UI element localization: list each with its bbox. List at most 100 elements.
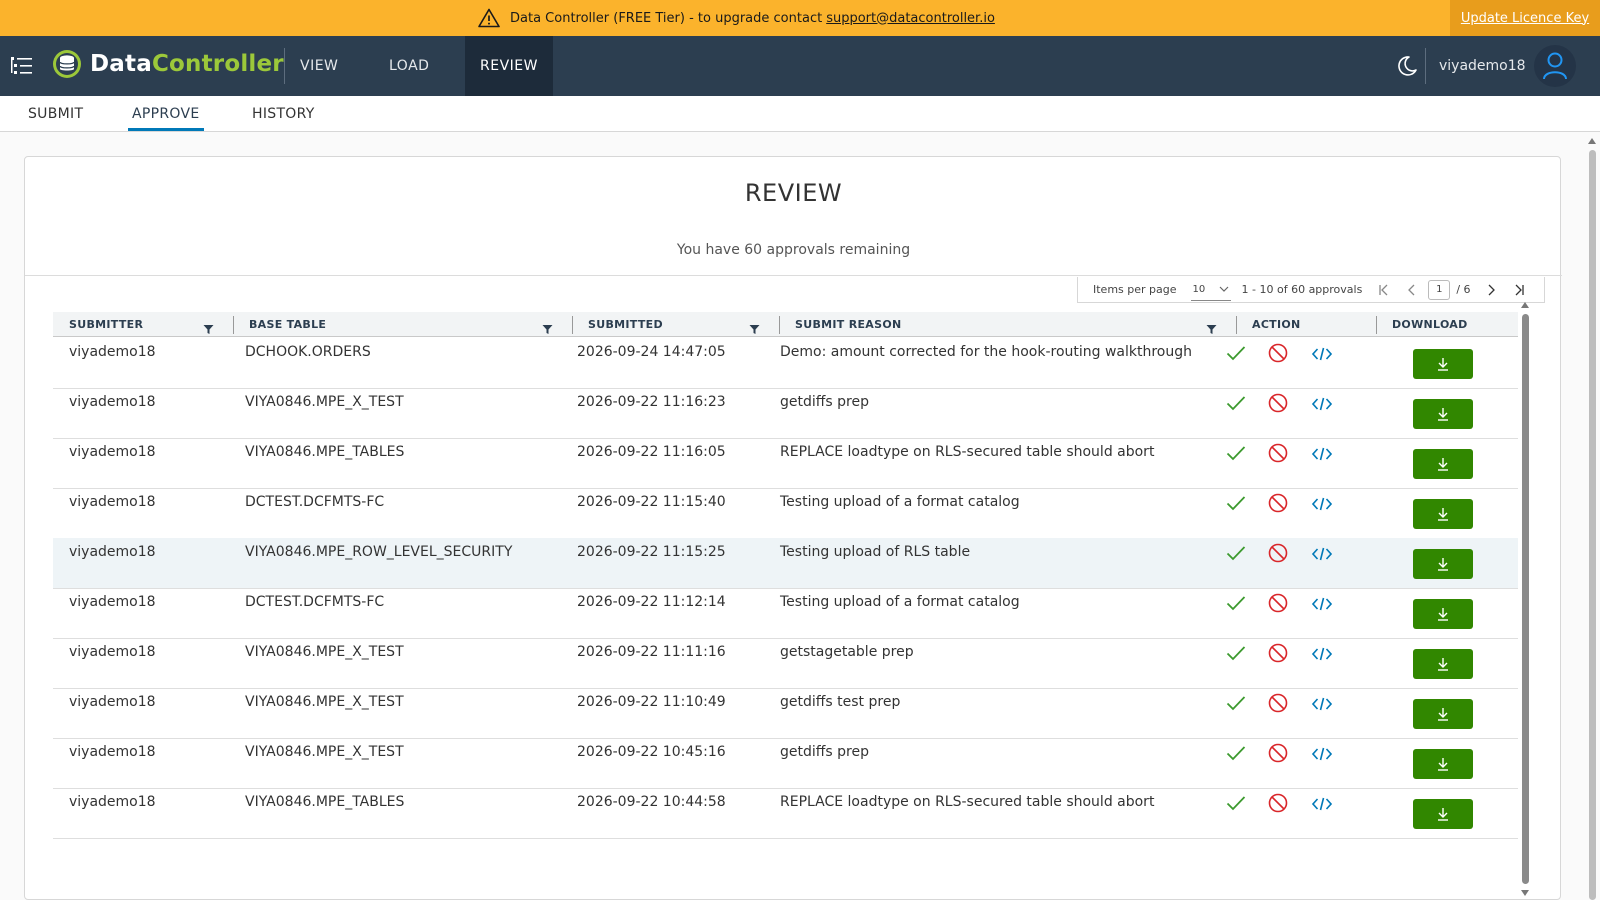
check-icon[interactable] — [1226, 345, 1246, 365]
tab-history[interactable]: HISTORY — [252, 96, 315, 132]
code-icon[interactable] — [1311, 446, 1333, 465]
submitted-cell: 2026-09-22 11:15:25 — [577, 544, 726, 560]
check-icon[interactable] — [1226, 695, 1246, 715]
filter-icon[interactable] — [1206, 320, 1217, 339]
check-icon[interactable] — [1226, 395, 1246, 415]
scrollbar-thumb[interactable] — [1522, 314, 1529, 884]
download-button[interactable] — [1413, 349, 1473, 379]
last-page-icon[interactable] — [1505, 284, 1533, 296]
table-row[interactable]: viyademo18 DCHOOK.ORDERS 2026-09-24 14:47:… — [53, 338, 1518, 389]
column-divider[interactable] — [572, 316, 573, 334]
submit-reason-cell: Testing upload of a format catalog — [780, 494, 1020, 510]
base-table-cell: DCHOOK.ORDERS — [245, 344, 371, 360]
filter-icon[interactable] — [749, 320, 760, 339]
column-base-table[interactable]: BASE TABLE — [249, 312, 326, 337]
reject-icon[interactable] — [1268, 693, 1288, 717]
table-row[interactable]: viyademo18 VIYA0846.MPE_TABLES 2026-09-22 … — [53, 438, 1518, 489]
download-button[interactable] — [1413, 649, 1473, 679]
table-row[interactable]: viyademo18 DCTEST.DCFMTS-FC 2026-09-22 11:… — [53, 588, 1518, 639]
reject-icon[interactable] — [1268, 793, 1288, 817]
check-icon[interactable] — [1226, 745, 1246, 765]
hamburger-menu-icon[interactable] — [10, 55, 34, 81]
download-button[interactable] — [1413, 749, 1473, 779]
reject-icon[interactable] — [1268, 593, 1288, 617]
nav-load[interactable]: LOAD — [389, 36, 429, 96]
pagination-range: 1 - 10 of 60 approvals — [1241, 283, 1363, 296]
filter-icon[interactable] — [203, 320, 214, 339]
code-icon[interactable] — [1311, 396, 1333, 415]
reject-icon[interactable] — [1268, 343, 1288, 367]
logo-text: DataController — [90, 51, 284, 77]
download-button[interactable] — [1413, 699, 1473, 729]
table-row[interactable]: viyademo18 DCTEST.DCFMTS-FC 2026-09-22 11:… — [53, 488, 1518, 539]
base-table-cell: DCTEST.DCFMTS-FC — [245, 494, 385, 510]
download-icon — [1436, 607, 1450, 621]
reject-icon[interactable] — [1268, 493, 1288, 517]
submitter-cell: viyademo18 — [69, 694, 156, 710]
reject-icon[interactable] — [1268, 443, 1288, 467]
code-icon[interactable] — [1311, 746, 1333, 765]
download-button[interactable] — [1413, 599, 1473, 629]
check-icon[interactable] — [1226, 495, 1246, 515]
column-divider[interactable] — [1376, 316, 1377, 334]
tab-submit[interactable]: SUBMIT — [28, 96, 83, 132]
table-row[interactable]: viyademo18 VIYA0846.MPE_X_TEST 2026-09-22 … — [53, 638, 1518, 689]
column-submitted[interactable]: SUBMITTED — [588, 312, 663, 337]
items-per-page-select[interactable]: 10 — [1190, 279, 1231, 301]
column-submit-reason[interactable]: SUBMIT REASON — [795, 312, 902, 337]
download-button[interactable] — [1413, 499, 1473, 529]
column-divider[interactable] — [1236, 316, 1237, 334]
update-licence-link[interactable]: Update Licence Key — [1450, 0, 1600, 36]
code-icon[interactable] — [1311, 646, 1333, 665]
active-tab-indicator — [128, 128, 204, 131]
table-row[interactable]: viyademo18 VIYA0846.MPE_ROW_LEVEL_SECURIT… — [53, 538, 1518, 589]
download-button[interactable] — [1413, 399, 1473, 429]
column-divider[interactable] — [233, 316, 234, 334]
code-icon[interactable] — [1311, 596, 1333, 615]
check-icon[interactable] — [1226, 795, 1246, 815]
column-submitter[interactable]: SUBMITTER — [69, 312, 143, 337]
download-button[interactable] — [1413, 549, 1473, 579]
tab-approve[interactable]: APPROVE — [132, 96, 200, 132]
reject-icon[interactable] — [1268, 643, 1288, 667]
table-row[interactable]: viyademo18 VIYA0846.MPE_X_TEST 2026-09-22 … — [53, 688, 1518, 739]
check-icon[interactable] — [1226, 445, 1246, 465]
reject-icon[interactable] — [1268, 543, 1288, 567]
submit-reason-cell: getdiffs prep — [780, 394, 869, 410]
scrollbar-thumb[interactable] — [1589, 150, 1596, 900]
table-row[interactable]: viyademo18 VIYA0846.MPE_X_TEST 2026-09-22 … — [53, 388, 1518, 439]
code-icon[interactable] — [1311, 546, 1333, 565]
scroll-down-arrow-icon[interactable] — [1521, 890, 1529, 896]
nav-view[interactable]: VIEW — [300, 36, 338, 96]
current-page-input[interactable]: 1 — [1428, 279, 1451, 300]
moon-icon[interactable] — [1396, 55, 1418, 81]
table-row[interactable]: viyademo18 VIYA0846.MPE_TABLES 2026-09-22 … — [53, 788, 1518, 839]
filter-icon[interactable] — [542, 320, 553, 339]
previous-page-icon[interactable] — [1398, 284, 1426, 296]
header-divider — [284, 48, 285, 84]
download-button[interactable] — [1413, 449, 1473, 479]
code-icon[interactable] — [1311, 496, 1333, 515]
reject-icon[interactable] — [1268, 393, 1288, 417]
support-email-link[interactable]: support@datacontroller.io — [826, 11, 995, 26]
check-icon[interactable] — [1226, 545, 1246, 565]
scroll-up-arrow-icon[interactable] — [1521, 302, 1529, 308]
code-icon[interactable] — [1311, 346, 1333, 365]
reject-icon[interactable] — [1268, 743, 1288, 767]
code-icon[interactable] — [1311, 796, 1333, 815]
nav-review[interactable]: REVIEW — [465, 36, 553, 96]
download-button[interactable] — [1413, 799, 1473, 829]
next-page-icon[interactable] — [1477, 284, 1505, 296]
page-scrollbar[interactable] — [1584, 132, 1600, 900]
check-icon[interactable] — [1226, 595, 1246, 615]
submit-reason-cell: getdiffs prep — [780, 744, 869, 760]
code-icon[interactable] — [1311, 696, 1333, 715]
first-page-icon[interactable] — [1370, 284, 1398, 296]
user-avatar-icon[interactable] — [1534, 45, 1576, 87]
logo[interactable]: DataController — [52, 49, 284, 79]
column-divider[interactable] — [779, 316, 780, 334]
table-scrollbar[interactable] — [1519, 302, 1531, 896]
table-row[interactable]: viyademo18 VIYA0846.MPE_X_TEST 2026-09-22 … — [53, 738, 1518, 789]
scroll-up-arrow-icon[interactable] — [1588, 138, 1596, 144]
check-icon[interactable] — [1226, 645, 1246, 665]
